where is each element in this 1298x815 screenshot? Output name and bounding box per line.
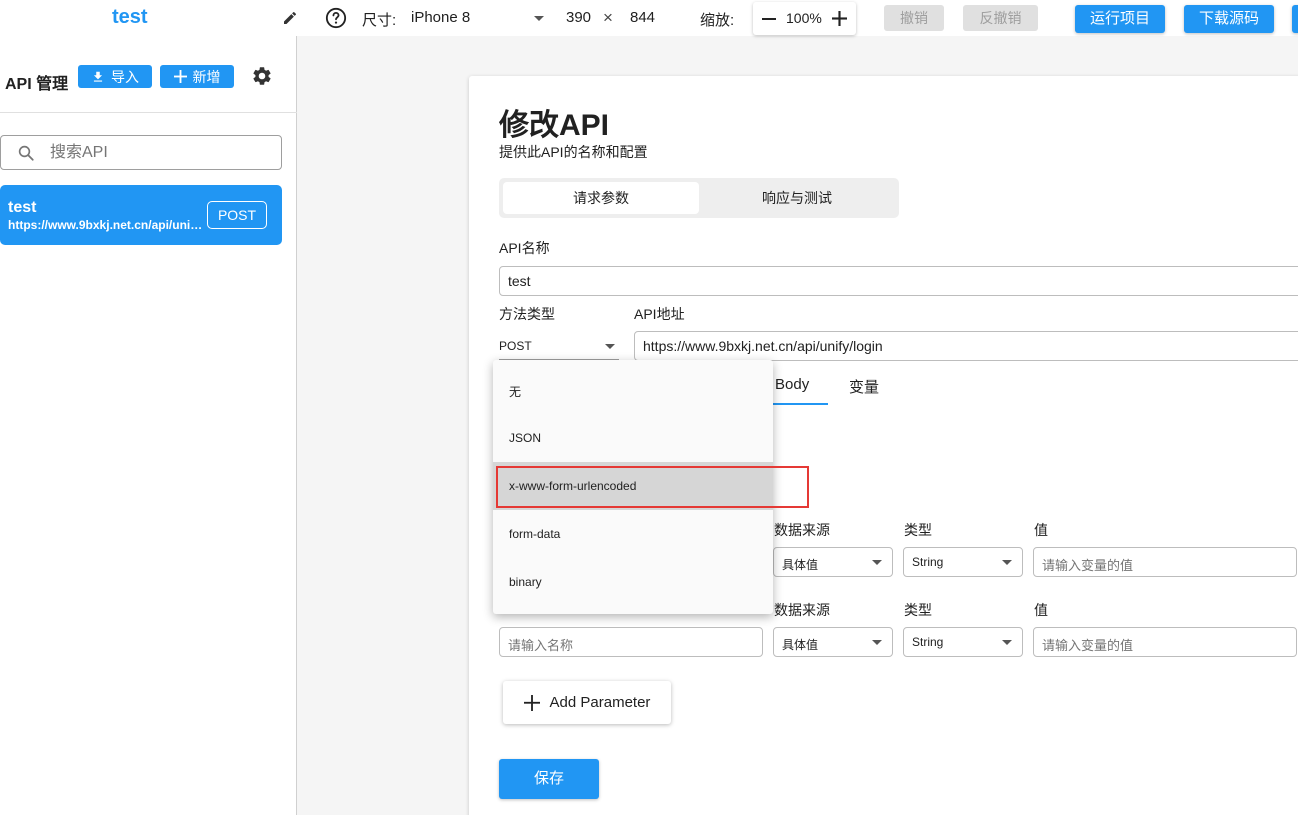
zoom-out-icon[interactable] bbox=[762, 12, 776, 26]
type-value: String bbox=[912, 635, 944, 649]
tab-response-test[interactable]: 响应与测试 bbox=[699, 182, 895, 214]
settings-gear-icon[interactable] bbox=[251, 65, 273, 87]
redo-button[interactable]: 反撤销 bbox=[963, 5, 1038, 31]
help-icon[interactable] bbox=[325, 7, 347, 29]
dropdown-arrow-icon bbox=[872, 560, 882, 565]
run-project-button[interactable]: 运行项目 bbox=[1075, 5, 1165, 33]
api-sidebar: API 管理 导入 新增 test https://www.9bxkj.net.… bbox=[0, 36, 297, 815]
method-type-label: 方法类型 bbox=[499, 306, 555, 322]
menu-item-none[interactable]: 无 bbox=[493, 368, 773, 416]
param-name-field[interactable]: 请输入名称 bbox=[499, 627, 763, 657]
data-source-value: 具体值 bbox=[782, 638, 819, 652]
add-api-button[interactable]: 新增 bbox=[160, 65, 234, 88]
add-parameter-button[interactable]: Add Parameter bbox=[503, 681, 671, 724]
app-title: test bbox=[112, 6, 148, 28]
menu-item-json[interactable]: JSON bbox=[493, 414, 773, 462]
dropdown-arrow-icon bbox=[534, 16, 544, 21]
top-toolbar: test 尺寸: iPhone 8 390 × 844 缩放: 100% 撤销 … bbox=[0, 0, 1298, 36]
api-item-name: test bbox=[8, 199, 37, 216]
menu-item-binary[interactable]: binary bbox=[493, 558, 773, 606]
method-select-value: POST bbox=[499, 339, 532, 353]
api-name-label: API名称 bbox=[499, 240, 550, 256]
zoom-in-icon[interactable] bbox=[832, 11, 847, 26]
edit-pencil-icon[interactable] bbox=[282, 10, 298, 26]
param-value-placeholder: 请输入变量的值 bbox=[1042, 638, 1134, 653]
value-label: 值 bbox=[1034, 602, 1048, 618]
selection-highlight-box bbox=[496, 466, 809, 508]
data-source-label: 数据来源 bbox=[774, 602, 830, 618]
dropdown-arrow-icon bbox=[872, 640, 882, 645]
api-url-field[interactable]: https://www.9bxkj.net.cn/api/unify/login bbox=[634, 331, 1298, 361]
dropdown-arrow-icon bbox=[1002, 640, 1012, 645]
sidebar-divider bbox=[0, 112, 297, 113]
api-name-field[interactable]: test bbox=[499, 266, 1298, 296]
data-source-label: 数据来源 bbox=[774, 522, 830, 538]
search-icon bbox=[18, 145, 34, 161]
value-label: 值 bbox=[1034, 522, 1048, 538]
type-label: 类型 bbox=[904, 522, 932, 538]
param-value-field[interactable]: 请输入变量的值 bbox=[1033, 547, 1297, 577]
size-label: 尺寸: bbox=[362, 12, 397, 29]
undo-button[interactable]: 撤销 bbox=[884, 5, 944, 31]
add-parameter-label: Add Parameter bbox=[549, 694, 651, 711]
dropdown-arrow-icon bbox=[1002, 560, 1012, 565]
tab-body[interactable]: Body bbox=[775, 376, 809, 393]
screen-height-value[interactable]: 844 bbox=[630, 9, 655, 26]
plus-icon bbox=[173, 70, 187, 83]
save-button[interactable]: 保存 bbox=[499, 759, 599, 799]
zoom-label: 缩放: bbox=[700, 12, 735, 29]
tab-request-params[interactable]: 请求参数 bbox=[503, 182, 699, 214]
plus-icon bbox=[523, 694, 540, 711]
type-select[interactable]: String bbox=[903, 547, 1023, 577]
active-tab-indicator bbox=[765, 403, 828, 405]
api-search-input[interactable] bbox=[50, 143, 270, 163]
data-source-select[interactable]: 具体值 bbox=[773, 627, 893, 657]
data-source-value: 具体值 bbox=[782, 558, 819, 572]
data-source-select[interactable]: 具体值 bbox=[773, 547, 893, 577]
param-name-placeholder: 请输入名称 bbox=[508, 638, 574, 653]
zoom-value: 100% bbox=[786, 10, 822, 26]
type-value: String bbox=[912, 555, 944, 569]
import-label: 导入 bbox=[111, 68, 139, 85]
api-url-value: https://www.9bxkj.net.cn/api/unify/login bbox=[643, 338, 883, 354]
api-search-box[interactable] bbox=[0, 135, 282, 170]
api-item-method-badge[interactable]: POST bbox=[207, 201, 267, 229]
api-manager-title: API 管理 bbox=[5, 76, 69, 93]
config-tabs: 请求参数 响应与测试 bbox=[499, 178, 899, 218]
api-list-item[interactable]: test https://www.9bxkj.net.cn/api/unify/… bbox=[0, 185, 282, 245]
method-select[interactable]: POST bbox=[499, 332, 619, 360]
import-button[interactable]: 导入 bbox=[78, 65, 152, 88]
api-name-value: test bbox=[508, 273, 531, 289]
param-value-field[interactable]: 请输入变量的值 bbox=[1033, 627, 1297, 657]
api-url-label: API地址 bbox=[634, 306, 685, 322]
tab-variables[interactable]: 变量 bbox=[849, 376, 879, 397]
download-icon bbox=[93, 71, 103, 82]
download-source-button[interactable]: 下载源码 bbox=[1184, 5, 1274, 33]
page-title: 修改API bbox=[499, 109, 610, 142]
times-icon: × bbox=[603, 8, 613, 27]
device-select-value: iPhone 8 bbox=[411, 9, 471, 26]
screen-width-value[interactable]: 390 bbox=[566, 9, 591, 26]
toolbar-overflow-button[interactable] bbox=[1292, 5, 1298, 33]
add-label: 新增 bbox=[192, 68, 221, 85]
type-label: 类型 bbox=[904, 602, 932, 618]
dropdown-arrow-icon bbox=[605, 344, 615, 349]
param-value-placeholder: 请输入变量的值 bbox=[1042, 558, 1134, 573]
zoom-control: 100% bbox=[753, 2, 856, 35]
device-size-select[interactable]: iPhone 8 bbox=[404, 4, 550, 32]
type-select[interactable]: String bbox=[903, 627, 1023, 657]
page-subtitle: 提供此API的名称和配置 bbox=[499, 144, 648, 160]
api-item-url: https://www.9bxkj.net.cn/api/unify/login bbox=[8, 218, 203, 232]
menu-item-form-data[interactable]: form-data bbox=[493, 510, 773, 558]
